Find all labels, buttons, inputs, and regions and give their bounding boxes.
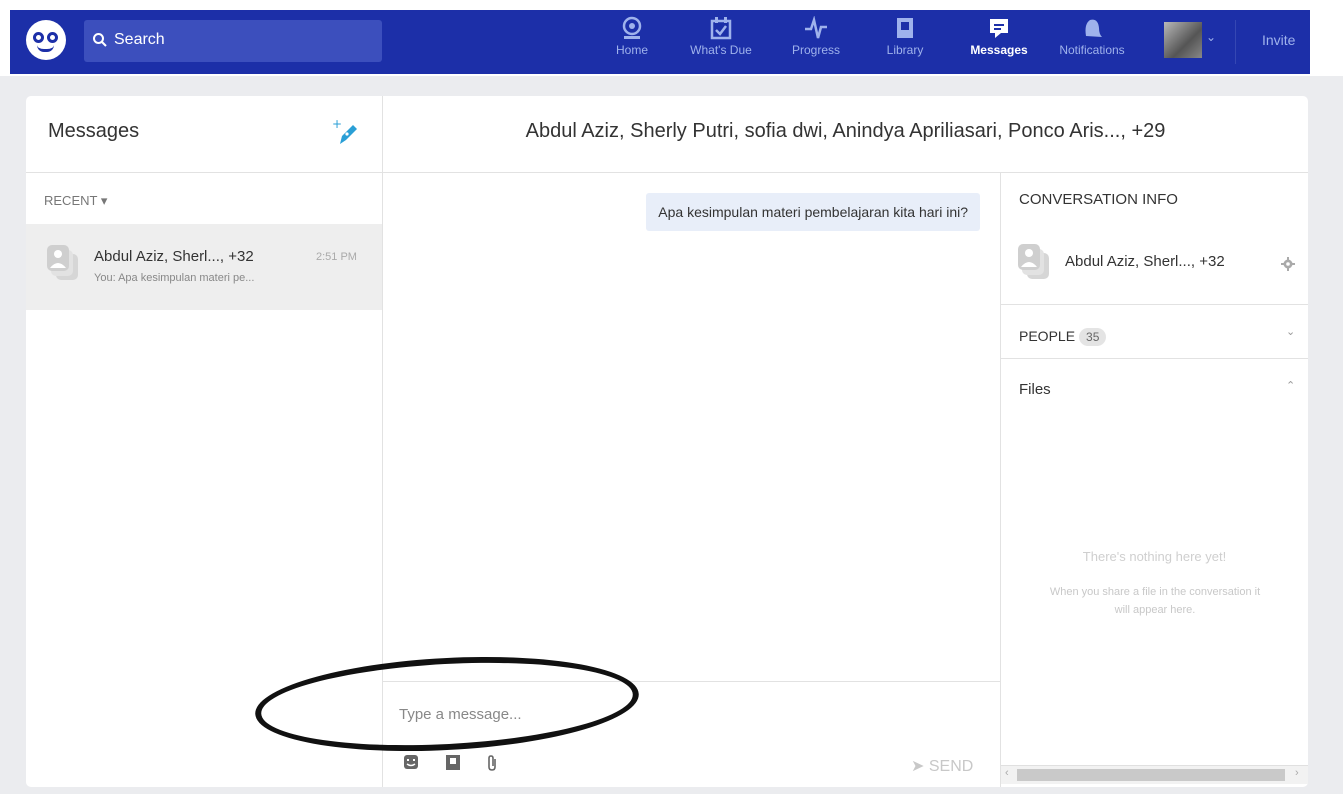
calendar-check-icon	[710, 17, 732, 40]
recent-filter-dropdown[interactable]: RECENT ▾	[44, 193, 107, 209]
people-label: PEOPLE	[1019, 328, 1076, 344]
search-icon	[93, 33, 107, 47]
library-attach-icon[interactable]	[445, 754, 461, 772]
conversation-name: Abdul Aziz, Sherl..., +32	[94, 248, 254, 265]
search-box[interactable]: Search	[84, 20, 382, 62]
conversation-info-pane: CONVERSATION INFO Abdul Aziz, Sherl..., …	[1001, 173, 1308, 787]
home-icon	[622, 16, 642, 39]
scrollbar-thumb[interactable]	[1017, 769, 1285, 781]
horizontal-scrollbar[interactable]: ‹ ›	[1001, 765, 1308, 784]
files-empty-title: There's nothing here yet!	[1082, 549, 1227, 564]
files-section-toggle[interactable]: Files	[1019, 381, 1051, 398]
divider	[1001, 358, 1308, 359]
library-icon	[897, 18, 913, 38]
conversation-preview: You: Apa kesimpulan materi pe...	[94, 272, 255, 284]
chat-title: Abdul Aziz, Sherly Putri, sofia dwi, Ani…	[525, 120, 1166, 142]
paperclip-icon[interactable]	[485, 754, 499, 772]
messages-panel: Messages + RECENT ▾ Abdul Aziz, Sherl...…	[26, 96, 1308, 787]
pulse-icon	[805, 16, 827, 39]
avatar[interactable]	[1164, 22, 1202, 58]
nav-notifications[interactable]: Notifications	[1052, 16, 1132, 57]
nav-library[interactable]: Library	[880, 16, 930, 57]
bell-icon	[1085, 19, 1102, 37]
svg-text:+: +	[332, 118, 342, 131]
nav-progress[interactable]: Progress	[786, 16, 846, 57]
nav-home[interactable]: Home	[610, 16, 654, 57]
search-placeholder: Search	[114, 31, 165, 48]
nav-whats-due[interactable]: What's Due	[684, 16, 758, 57]
chat-thread: Apa kesimpulan materi pembelajaran kita …	[383, 173, 1001, 787]
nav-whats-due-label: What's Due	[690, 43, 752, 57]
divider	[1001, 304, 1308, 305]
people-count-badge: 35	[1079, 328, 1107, 346]
chevron-down-icon[interactable]: ⌄	[1206, 30, 1216, 44]
nav-notifications-label: Notifications	[1059, 43, 1125, 57]
send-button[interactable]: ➤ SEND	[911, 756, 973, 776]
group-name: Abdul Aziz, Sherl..., +32	[1065, 253, 1225, 270]
conversation-item[interactable]: Abdul Aziz, Sherl..., +32 2:51 PM You: A…	[26, 224, 382, 310]
message-icon	[990, 19, 1008, 38]
nav-messages-label: Messages	[970, 43, 1028, 57]
message-input[interactable]	[397, 698, 961, 730]
group-icon	[1018, 244, 1049, 279]
group-icon	[47, 245, 78, 280]
people-section-toggle[interactable]: PEOPLE 35	[1019, 328, 1107, 346]
send-arrow-icon: ➤	[911, 758, 925, 775]
chevron-up-icon[interactable]: ⌃	[1286, 379, 1295, 392]
edmodo-logo-icon[interactable]	[26, 20, 66, 60]
messages-header: Messages +	[26, 96, 382, 173]
nav-progress-label: Progress	[791, 43, 841, 57]
nav-home-label: Home	[615, 43, 648, 57]
message-composer: ➤ SEND	[383, 681, 1000, 788]
send-label: SEND	[928, 758, 974, 775]
files-empty-description: When you share a file in the conversatio…	[1049, 586, 1261, 616]
emoji-icon[interactable]	[403, 754, 419, 772]
nav-messages[interactable]: Messages	[966, 16, 1032, 57]
scroll-left-icon[interactable]: ‹	[1005, 767, 1009, 779]
conversation-list-pane: Messages + RECENT ▾ Abdul Aziz, Sherl...…	[26, 96, 383, 787]
invite-button[interactable]: Invite	[1262, 32, 1295, 48]
top-bar: Search Home What's Due Progress Library	[0, 0, 1343, 76]
compose-message-icon[interactable]: +	[332, 118, 358, 148]
page-title: Messages	[48, 120, 140, 142]
conversation-info-header: CONVERSATION INFO	[1019, 191, 1178, 208]
nav-library-label: Library	[886, 43, 924, 57]
divider	[1235, 20, 1236, 64]
chat-header: Abdul Aziz, Sherly Putri, sofia dwi, Ani…	[383, 96, 1308, 173]
message-bubble: Apa kesimpulan materi pembelajaran kita …	[646, 193, 980, 231]
scroll-right-icon[interactable]: ›	[1295, 767, 1299, 779]
conversation-time: 2:51 PM	[316, 251, 357, 263]
chevron-down-icon[interactable]: ⌄	[1286, 325, 1295, 338]
gear-icon[interactable]	[1281, 257, 1295, 271]
